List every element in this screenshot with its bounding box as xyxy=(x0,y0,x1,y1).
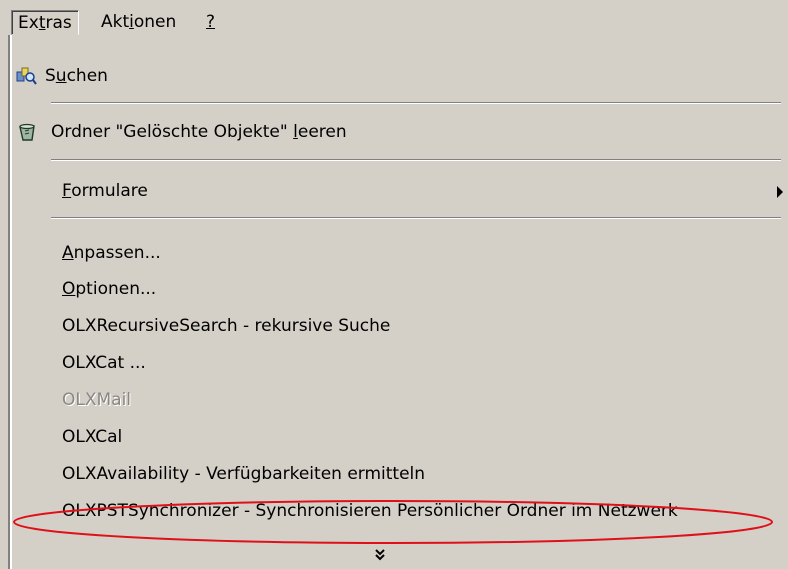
menu-item-formulare[interactable]: Formulare xyxy=(11,176,788,206)
menu-extras[interactable]: Extras xyxy=(11,10,79,35)
separator xyxy=(51,102,781,104)
menu-item-optionen-label: Optionen... xyxy=(62,279,157,299)
menu-aktionen-label-a: Akt xyxy=(101,12,130,32)
menu-item-empty-deleted-items[interactable]: Ordner "Gelöschte Objekte" leeren xyxy=(11,117,788,147)
menu-item-suchen[interactable]: Suchen xyxy=(11,61,788,91)
menu-help[interactable]: ? xyxy=(200,10,221,35)
menu-item-olx-mail-label: OLXMail xyxy=(62,390,132,410)
menu-item-olx-pst-synchronizer[interactable]: OLXPSTSynchronizer - Synchronisieren Per… xyxy=(11,496,788,526)
menu-item-olx-cat-label: OLXCat ... xyxy=(62,353,146,373)
trash-icon xyxy=(16,121,38,143)
menu-item-empty-deleted-items-label: Ordner "Gelöschte Objekte" leeren xyxy=(51,122,347,142)
menu-extras-label-a: Ex xyxy=(18,13,39,33)
menu-item-olx-recursive-search[interactable]: OLXRecursiveSearch - rekursive Suche xyxy=(11,311,788,341)
menu-item-olx-cal-label: OLXCal xyxy=(62,427,123,447)
menu-item-olx-pst-synchronizer-label: OLXPSTSynchronizer - Synchronisieren Per… xyxy=(62,501,678,521)
menu-aktionen-label-b: onen xyxy=(133,12,177,32)
menu-item-optionen[interactable]: Optionen... xyxy=(11,274,788,304)
menu-bar: Extras Aktionen ? xyxy=(0,0,788,36)
menu-item-suchen-label: Suchen xyxy=(45,66,108,86)
menu-item-olx-cal[interactable]: OLXCal xyxy=(11,422,788,452)
double-chevron-down-icon[interactable] xyxy=(370,545,390,565)
menu-extras-label-b: ras xyxy=(45,13,72,33)
separator xyxy=(51,217,781,219)
menu-item-olx-recursive-search-label: OLXRecursiveSearch - rekursive Suche xyxy=(62,316,391,336)
menu-help-label: ? xyxy=(206,12,216,32)
menu-item-olx-availability[interactable]: OLXAvailability - Verfügbarkeiten ermitt… xyxy=(11,459,788,489)
menu-item-olx-availability-label: OLXAvailability - Verfügbarkeiten ermitt… xyxy=(62,464,426,484)
separator xyxy=(51,159,781,161)
menu-item-formulare-label: Formulare xyxy=(62,181,148,201)
menu-item-anpassen-label: Anpassen... xyxy=(62,243,161,263)
extras-dropdown: Suchen Ordner "Gelöschte Objekte" leeren… xyxy=(10,35,788,569)
menu-item-olx-mail: OLXMail xyxy=(11,385,788,415)
outlook-extras-menu-screenshot: Extras Aktionen ? Suchen Ordner "Gelösch… xyxy=(0,0,788,569)
submenu-arrow-icon xyxy=(777,186,783,198)
menu-item-anpassen[interactable]: Anpassen... xyxy=(11,238,788,268)
menu-aktionen[interactable]: Aktionen xyxy=(95,10,182,35)
menu-item-olx-cat[interactable]: OLXCat ... xyxy=(11,348,788,378)
search-icon xyxy=(16,65,38,87)
